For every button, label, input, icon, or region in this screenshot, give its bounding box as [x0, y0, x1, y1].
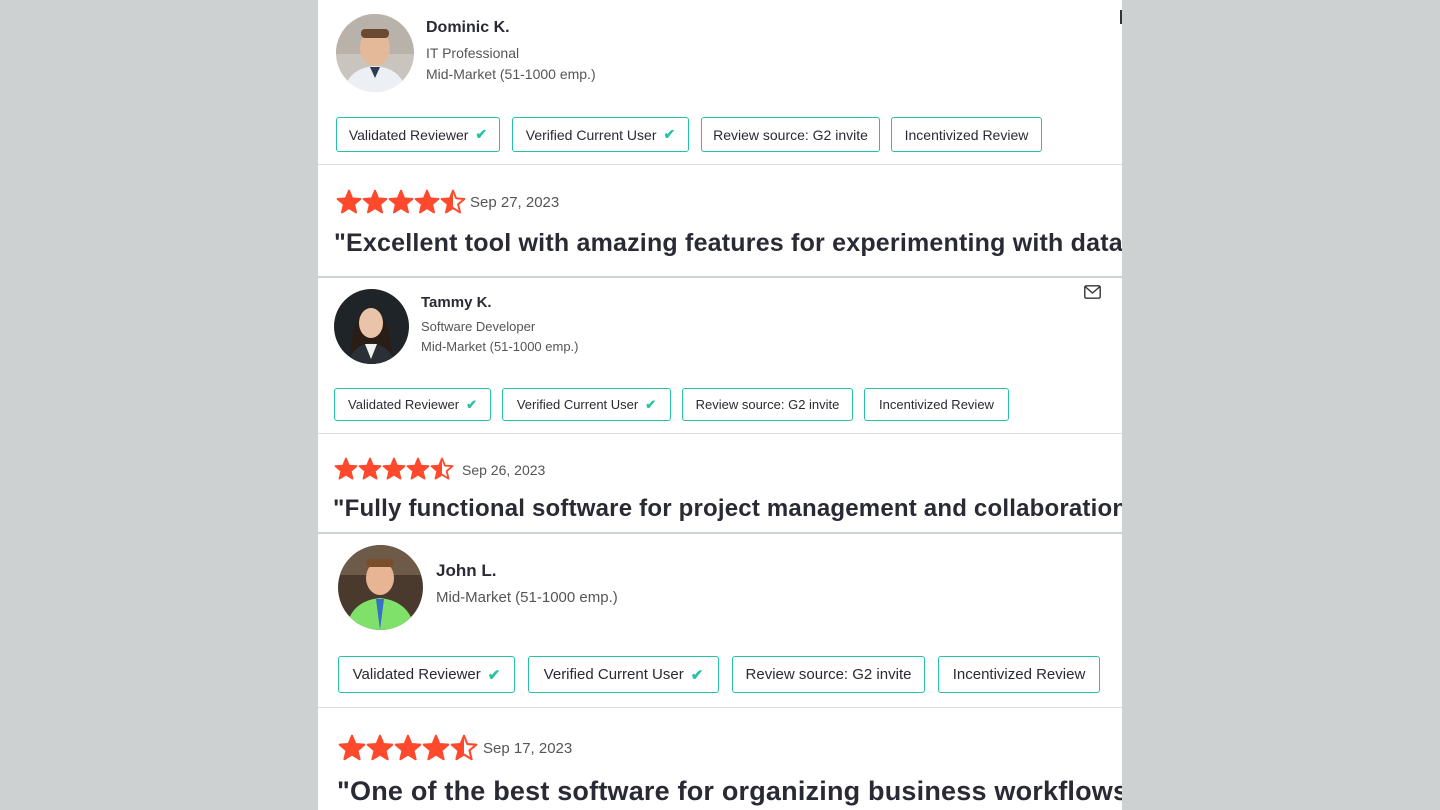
star-icon: [334, 457, 358, 480]
review-source-badge[interactable]: Review source: G2 invite: [701, 117, 880, 152]
review-title[interactable]: "One of the best software for organizing…: [337, 776, 1122, 807]
reviewer-role: IT Professional: [426, 45, 520, 61]
check-icon: ✔: [466, 396, 477, 412]
review-source-badge[interactable]: Review source: G2 invite: [682, 388, 853, 421]
reviewer-segment: Mid-Market (51-1000 emp.): [436, 589, 618, 606]
reviews-panel: Dominic K. IT Professional Mid-Market (5…: [318, 0, 1122, 810]
divider: [318, 276, 1122, 278]
window-edge-marker: [1120, 10, 1122, 24]
star-icon: [422, 734, 450, 761]
star-icon: [440, 189, 466, 214]
star-icon: [362, 189, 388, 214]
validated-reviewer-badge[interactable]: Validated Reviewer ✔: [334, 388, 491, 421]
star-icon: [430, 457, 454, 480]
star-rating: [336, 189, 466, 215]
star-icon: [388, 189, 414, 214]
badge-label: Verified Current User: [543, 666, 684, 683]
avatar[interactable]: [334, 289, 409, 364]
reviewer-segment: Mid-Market (51-1000 emp.): [421, 339, 579, 354]
star-icon: [366, 734, 394, 761]
divider: [318, 433, 1122, 434]
reviewer-role: Software Developer: [421, 319, 536, 334]
incentivized-review-badge[interactable]: Incentivized Review: [891, 117, 1042, 152]
badge-label: Incentivized Review: [904, 126, 1029, 143]
star-icon: [336, 189, 362, 214]
verified-current-user-badge[interactable]: Verified Current User ✔: [528, 656, 719, 693]
star-icon: [358, 457, 382, 480]
validated-reviewer-badge[interactable]: Validated Reviewer ✔: [336, 117, 500, 152]
star-icon: [414, 189, 440, 214]
check-icon: ✔: [475, 126, 488, 142]
reviewer-name[interactable]: Tammy K.: [421, 294, 492, 311]
badge-label: Verified Current User: [516, 397, 639, 412]
divider: [318, 532, 1122, 534]
reviewer-name[interactable]: Dominic K.: [426, 19, 510, 37]
check-icon: ✔: [690, 666, 704, 684]
star-icon: [394, 734, 422, 761]
star-icon: [450, 734, 478, 761]
badge-label: Incentivized Review: [952, 666, 1086, 683]
validated-reviewer-badge[interactable]: Validated Reviewer ✔: [338, 656, 515, 693]
reviewer-segment: Mid-Market (51-1000 emp.): [426, 66, 596, 82]
verified-current-user-badge[interactable]: Verified Current User ✔: [512, 117, 689, 152]
mail-icon[interactable]: [1084, 285, 1101, 299]
badge-label: Validated Reviewer: [348, 397, 460, 412]
star-rating: [338, 734, 478, 762]
badge-label: Validated Reviewer: [348, 126, 469, 143]
check-icon: ✔: [645, 396, 657, 412]
badge-label: Review source: G2 invite: [713, 126, 868, 143]
badge-label: Incentivized Review: [879, 397, 994, 412]
verified-current-user-badge[interactable]: Verified Current User ✔: [502, 388, 671, 421]
review-title[interactable]: "Fully functional software for project m…: [333, 495, 1122, 523]
check-icon: ✔: [487, 666, 501, 684]
divider: [318, 707, 1122, 708]
badge-label: Verified Current User: [525, 126, 657, 143]
star-icon: [382, 457, 406, 480]
review-date: Sep 26, 2023: [462, 462, 546, 478]
star-icon: [338, 734, 366, 761]
incentivized-review-badge[interactable]: Incentivized Review: [864, 388, 1009, 421]
star-rating: [334, 457, 454, 481]
divider: [318, 164, 1122, 165]
review-date: Sep 17, 2023: [483, 740, 573, 757]
badge-label: Review source: G2 invite: [695, 397, 840, 412]
review-date: Sep 27, 2023: [470, 194, 560, 211]
reviewer-name[interactable]: John L.: [436, 561, 496, 581]
badge-label: Review source: G2 invite: [745, 666, 912, 683]
review-source-badge[interactable]: Review source: G2 invite: [732, 656, 925, 693]
incentivized-review-badge[interactable]: Incentivized Review: [938, 656, 1100, 693]
review-title[interactable]: "Excellent tool with amazing features fo…: [334, 229, 1122, 258]
star-icon: [406, 457, 430, 480]
check-icon: ✔: [663, 126, 676, 142]
avatar[interactable]: [336, 14, 414, 92]
badge-label: Validated Reviewer: [352, 666, 481, 683]
avatar[interactable]: [338, 545, 423, 630]
